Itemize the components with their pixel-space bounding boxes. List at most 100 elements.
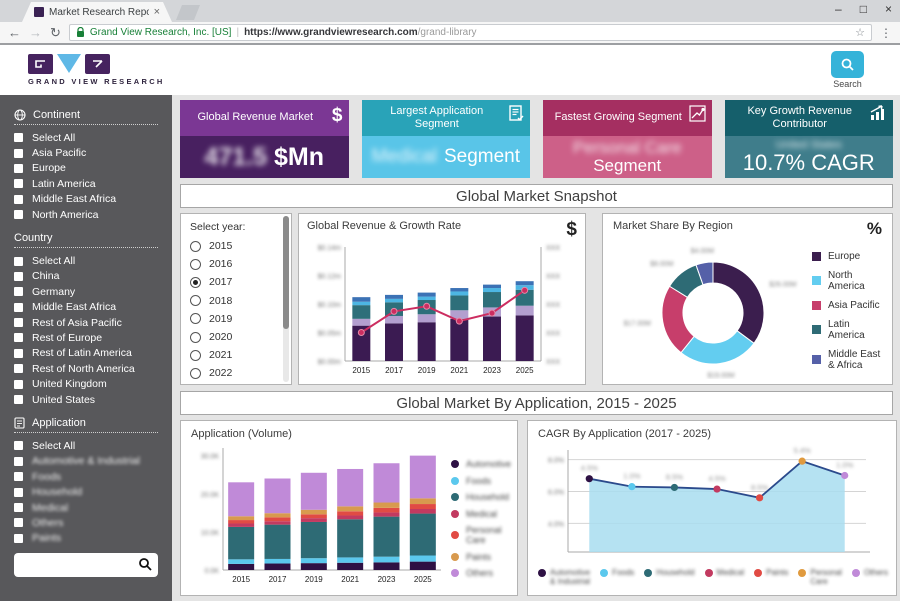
back-icon[interactable]: ←	[8, 25, 21, 40]
checkbox[interactable]	[14, 349, 23, 358]
search-icon[interactable]	[138, 557, 153, 572]
kpi-card-value: MedicalSegment	[362, 136, 531, 178]
new-tab-button[interactable]	[176, 5, 200, 20]
legend-swatch	[705, 569, 713, 577]
svg-text:20.0K: 20.0K	[201, 492, 220, 499]
checkbox[interactable]	[14, 380, 23, 389]
url-bar[interactable]: Grand View Research, Inc. [US] | https:/…	[69, 24, 872, 41]
checkbox[interactable]	[14, 333, 23, 342]
svg-text:8.0%: 8.0%	[548, 458, 564, 465]
radio-button[interactable]	[190, 241, 201, 252]
checkbox[interactable]	[14, 257, 23, 266]
filter-item: Middle East Africa	[14, 300, 172, 315]
svg-text:$19.00M: $19.00M	[707, 372, 734, 379]
legend-label: Europe	[828, 251, 860, 262]
checkbox[interactable]	[14, 164, 23, 173]
logo-v-mark	[57, 54, 81, 73]
bookmark-star-icon[interactable]: ☆	[855, 26, 865, 39]
year-scrollbar[interactable]	[283, 216, 289, 382]
svg-text:$0.14m: $0.14m	[318, 245, 342, 252]
filter-label: Household	[32, 486, 82, 498]
checkbox[interactable]	[14, 395, 23, 404]
forward-icon[interactable]: →	[29, 25, 42, 40]
checkbox[interactable]	[14, 210, 23, 219]
favicon	[34, 7, 44, 17]
year-label: 2015	[209, 240, 232, 252]
checkbox[interactable]	[14, 149, 23, 158]
radio-button[interactable]	[190, 259, 201, 270]
url-text: https://www.grandviewresearch.com/grand-…	[244, 27, 477, 38]
filter-item: Foods	[14, 469, 172, 484]
svg-text:$8.00M: $8.00M	[650, 261, 674, 268]
radio-button[interactable]	[190, 313, 201, 324]
radio-button[interactable]	[190, 295, 201, 306]
url-separator: |	[236, 27, 239, 38]
checkbox[interactable]	[14, 441, 23, 450]
application-title: Application	[32, 417, 86, 429]
browser-menu-icon[interactable]: ⋮	[880, 26, 892, 40]
sidebar-search-box[interactable]	[14, 553, 158, 577]
checkbox[interactable]	[14, 272, 23, 281]
checkbox[interactable]	[14, 518, 23, 527]
svg-text:$0.05m: $0.05m	[318, 331, 342, 338]
window-close-button[interactable]: ×	[885, 3, 892, 15]
checkbox[interactable]	[14, 457, 23, 466]
year-option: 2019	[190, 310, 279, 328]
filter-item: Middle East Africa	[14, 192, 172, 207]
legend-item: Personal Care	[451, 525, 511, 545]
kpi-card-title: Largest Application Segment	[370, 105, 505, 131]
filter-label: United Kingdom	[32, 378, 107, 390]
legend-swatch	[812, 276, 821, 285]
checkbox[interactable]	[14, 133, 23, 142]
legend-label: Household	[466, 492, 509, 502]
radio-button[interactable]	[190, 277, 201, 288]
filter-label: China	[32, 270, 59, 282]
filter-item: Household	[14, 484, 172, 499]
svg-text:5.4%: 5.4%	[794, 446, 811, 455]
kpi-value-part: Segment	[444, 147, 520, 167]
filter-label: Rest of Asia Pacific	[32, 317, 122, 329]
legend-swatch	[538, 569, 546, 577]
checkbox[interactable]	[14, 534, 23, 543]
legend-item: Medical	[705, 568, 745, 586]
padlock-icon	[76, 27, 85, 38]
browser-tab[interactable]: Market Research Reports ×	[22, 2, 172, 22]
application-volume-panel: Application (Volume) 30.0K20.0K10.0K0.0K…	[180, 420, 518, 596]
svg-text:4.0%: 4.0%	[548, 521, 564, 528]
refresh-icon[interactable]: ↻	[50, 25, 61, 41]
filter-label: Europe	[32, 162, 66, 174]
year-label: 2018	[209, 295, 232, 307]
checkbox[interactable]	[14, 488, 23, 497]
checkbox[interactable]	[14, 287, 23, 296]
year-label: 2022	[209, 367, 232, 379]
site-search-button[interactable]	[831, 51, 864, 78]
radio-button[interactable]	[190, 332, 201, 343]
legend-swatch	[798, 569, 806, 577]
checkbox[interactable]	[14, 179, 23, 188]
svg-text:$17.00M: $17.00M	[624, 321, 651, 328]
search-label: Search	[833, 79, 862, 89]
checkbox[interactable]	[14, 195, 23, 204]
checkbox[interactable]	[14, 503, 23, 512]
sidebar-search-input[interactable]	[19, 559, 138, 571]
checkbox[interactable]	[14, 318, 23, 327]
application-section-header: Application	[14, 417, 158, 433]
legend-item: Others	[852, 568, 888, 586]
checkbox[interactable]	[14, 472, 23, 481]
year-scrollbar-thumb[interactable]	[283, 216, 289, 329]
window-minimize-button[interactable]: –	[835, 3, 842, 15]
svg-text:30.0K: 30.0K	[201, 454, 220, 461]
year-option: 2016	[190, 255, 279, 273]
filter-label: Select All	[32, 132, 75, 144]
radio-button[interactable]	[190, 368, 201, 379]
filter-label: Middle East Africa	[32, 193, 116, 205]
legend-label: Paints	[466, 552, 491, 562]
checkbox[interactable]	[14, 364, 23, 373]
tab-close-icon[interactable]: ×	[154, 7, 160, 17]
radio-button[interactable]	[190, 350, 201, 361]
legend-item: Paints	[451, 552, 511, 562]
svg-text:$0.10m: $0.10m	[318, 302, 342, 309]
checkbox[interactable]	[14, 303, 23, 312]
kpi-value-part: 10.7% CAGR	[743, 151, 875, 174]
window-maximize-button[interactable]: □	[860, 3, 867, 15]
